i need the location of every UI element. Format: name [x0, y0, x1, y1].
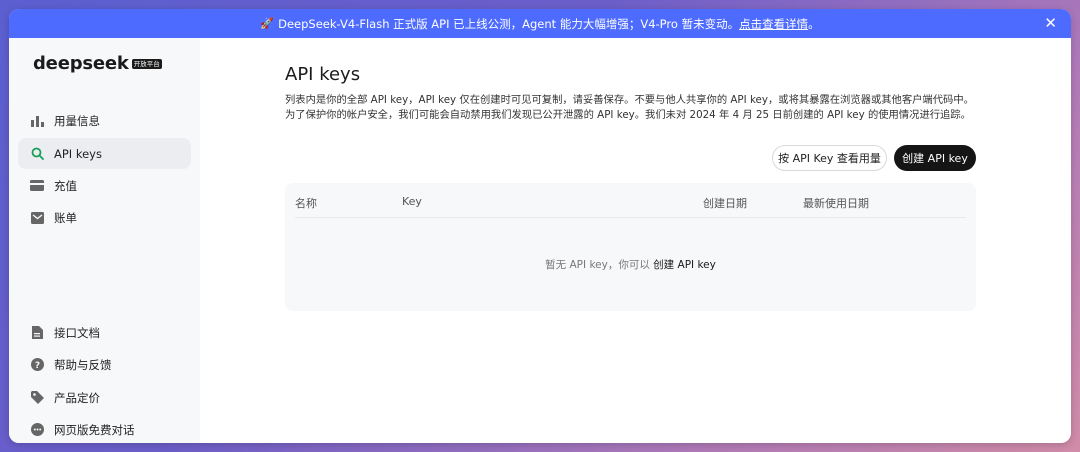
description-line: 为了保护你的帐户安全，我们可能会自动禁用我们发现已公开泄露的 API key。我… — [285, 109, 971, 121]
sidebar-item-pricing[interactable]: 产品定价 — [18, 382, 191, 413]
sidebar-item-billing[interactable]: 账单 — [18, 202, 191, 233]
banner-text: DeepSeek-V4-Flash 正式版 API 已上线公测，Agent 能力… — [278, 16, 740, 31]
description-line: 列表内是你的全部 API key，API key 仅在创建时可见可复制，请妥善保… — [285, 94, 974, 106]
chat-icon — [30, 423, 44, 437]
banner-tail: 。 — [808, 16, 820, 31]
column-header-created: 创建日期 — [703, 197, 747, 210]
empty-state: 暂无 API key，你可以 创建 API key — [285, 257, 976, 272]
sidebar-item-label: 产品定价 — [54, 390, 100, 405]
banner-details-link[interactable]: 点击查看详情 — [739, 16, 808, 32]
close-icon[interactable]: ✕ — [1044, 15, 1057, 31]
sidebar-item-label: 帮助与反馈 — [54, 357, 112, 372]
rocket-icon: 🚀 — [260, 17, 275, 30]
sidebar-item-label: API keys — [54, 146, 102, 161]
inbox-icon — [30, 211, 44, 225]
sidebar: deepseek 开放平台 用量信息 API keys 充值 账单 接口文档 ?… — [9, 38, 200, 443]
document-icon — [30, 326, 44, 340]
sidebar-item-docs[interactable]: 接口文档 — [18, 317, 191, 348]
sidebar-item-label: 账单 — [54, 210, 77, 225]
sidebar-item-label: 接口文档 — [54, 325, 100, 340]
svg-text:?: ? — [34, 361, 39, 371]
create-api-key-button[interactable]: 创建 API key — [894, 145, 976, 171]
empty-state-text: 暂无 API key，你可以 — [545, 259, 654, 271]
sidebar-item-help[interactable]: ? 帮助与反馈 — [18, 349, 191, 380]
sidebar-item-label: 用量信息 — [54, 113, 100, 128]
bar-chart-icon — [30, 114, 44, 128]
column-header-key: Key — [402, 195, 422, 208]
api-keys-table: 名称 Key 创建日期 最新使用日期 暂无 API key，你可以 创建 API… — [285, 183, 976, 311]
page-description: 列表内是你的全部 API key，API key 仅在创建时可见可复制，请妥善保… — [285, 93, 985, 123]
view-usage-by-key-button[interactable]: 按 API Key 查看用量 — [772, 145, 887, 171]
tag-icon — [30, 391, 44, 405]
sidebar-item-web-chat[interactable]: 网页版免费对话 — [18, 414, 191, 443]
search-icon — [30, 147, 44, 161]
main-content: API keys 列表内是你的全部 API key，API key 仅在创建时可… — [285, 38, 1071, 443]
logo-text: deepseek — [33, 53, 129, 74]
credit-card-icon — [30, 179, 44, 193]
announcement-banner: 🚀 DeepSeek-V4-Flash 正式版 API 已上线公测，Agent … — [9, 9, 1071, 38]
sidebar-item-label: 充值 — [54, 178, 77, 193]
sidebar-item-recharge[interactable]: 充值 — [18, 170, 191, 201]
empty-state-create-link[interactable]: 创建 API key — [653, 259, 716, 271]
logo[interactable]: deepseek 开放平台 — [33, 53, 162, 74]
logo-badge: 开放平台 — [131, 58, 162, 69]
column-header-name: 名称 — [295, 197, 317, 210]
sidebar-item-usage[interactable]: 用量信息 — [18, 105, 191, 136]
sidebar-item-label: 网页版免费对话 — [54, 422, 135, 437]
help-icon: ? — [30, 358, 44, 372]
app-window: 🚀 DeepSeek-V4-Flash 正式版 API 已上线公测，Agent … — [9, 9, 1071, 443]
sidebar-item-api-keys[interactable]: API keys — [18, 138, 191, 169]
table-header-divider — [295, 217, 966, 218]
column-header-last-used: 最新使用日期 — [803, 197, 869, 210]
page-title: API keys — [285, 64, 361, 85]
